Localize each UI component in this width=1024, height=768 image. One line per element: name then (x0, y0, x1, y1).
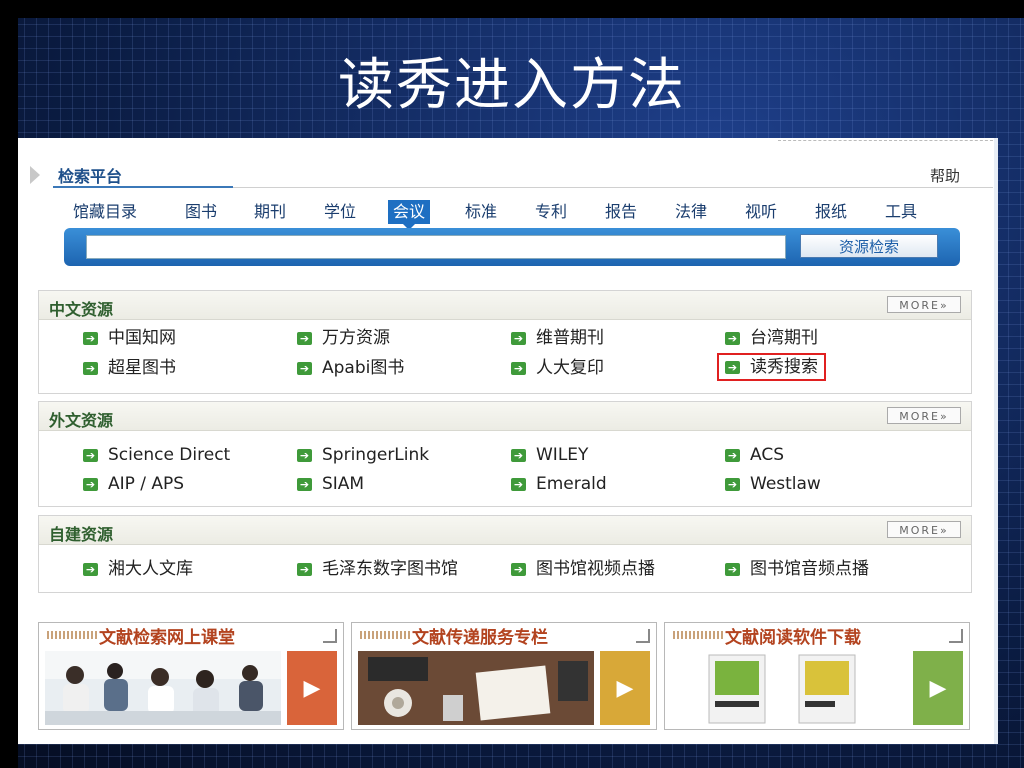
search-platform-title: 检索平台 (58, 167, 123, 186)
corner-decoration (636, 629, 650, 643)
tab-books[interactable]: 图书 (180, 200, 222, 224)
arrow-right-icon: ➔ (83, 361, 98, 375)
link-cnki[interactable]: ➔ 中国知网 (83, 327, 176, 349)
section-header: 中文资源 MORE» (39, 291, 971, 320)
link-mao-digital-library[interactable]: ➔ 毛泽东数字图书馆 (297, 558, 458, 580)
arrow-right-icon: ➔ (83, 448, 98, 462)
arrow-right-icon: ➔ (725, 360, 740, 374)
search-platform-header: 检索平台 帮助 (18, 158, 998, 190)
arrow-right-icon: ➔ (297, 562, 312, 576)
link-acs[interactable]: ➔ ACS (725, 444, 784, 466)
arrow-right-icon: ➔ (511, 448, 526, 462)
arrow-right-icon: ➔ (297, 477, 312, 491)
arrow-right-icon: ➔ (83, 331, 98, 345)
stripe-decoration (360, 631, 410, 639)
divider (778, 140, 998, 141)
promo-title: 文献传递服务专栏 (412, 628, 548, 648)
stripe-decoration (47, 631, 97, 639)
link-emerald[interactable]: ➔ Emerald (511, 473, 607, 495)
section-foreign-resources: 外文资源 MORE» ➔ Science Direct ➔ SpringerLink… (38, 401, 972, 507)
triangle-icon (30, 166, 40, 184)
arrow-right-icon: ➔ (725, 331, 740, 345)
library-portal-screenshot: 检索平台 帮助 馆藏目录 图书 期刊 学位 会议 标准 专利 报告 法律 视听 … (18, 138, 998, 744)
corner-decoration (949, 629, 963, 643)
top-border (0, 0, 1024, 18)
promo-header: 文献检索网上课堂 (39, 623, 343, 648)
link-superstar-books[interactable]: ➔ 超星图书 (83, 357, 176, 379)
arrow-right-icon: ➔ (297, 331, 312, 345)
link-apabi-books[interactable]: ➔ Apabi图书 (297, 357, 404, 379)
title-underline (53, 186, 233, 188)
promo-header: 文献阅读软件下载 (665, 623, 969, 648)
arrow-right-icon: ➔ (725, 477, 740, 491)
tab-standards[interactable]: 标准 (460, 200, 502, 224)
search-input[interactable] (86, 235, 786, 259)
tab-law[interactable]: 法律 (670, 200, 712, 224)
section-title: 自建资源 (49, 525, 114, 544)
slide-title: 读秀进入方法 (338, 53, 686, 118)
promo-title: 文献阅读软件下载 (725, 628, 861, 648)
promo-header: 文献传递服务专栏 (352, 623, 656, 648)
stripe-decoration (673, 631, 723, 639)
section-header: 外文资源 MORE» (39, 402, 971, 431)
play-arrow-icon[interactable]: ▶ (913, 651, 963, 725)
software-boxes-image (671, 651, 907, 725)
promo-reader-software[interactable]: 文献阅读软件下载 ▶ (664, 622, 970, 730)
link-renda-fuyin[interactable]: ➔ 人大复印 (511, 357, 604, 379)
play-arrow-icon[interactable]: ▶ (287, 651, 337, 725)
link-duxiu-search[interactable]: ➔ 读秀搜索 (717, 353, 826, 381)
more-button[interactable]: MORE» (887, 521, 961, 538)
link-wanfang[interactable]: ➔ 万方资源 (297, 327, 390, 349)
section-chinese-resources: 中文资源 MORE» ➔ 中国知网 ➔ 万方资源 ➔ 维普期刊 ➔ 台湾期刊 ➔ 超星图书… (38, 290, 972, 394)
arrow-right-icon: ➔ (511, 361, 526, 375)
tab-conferences[interactable]: 会议 (388, 200, 431, 230)
link-wiley[interactable]: ➔ WILEY (511, 444, 588, 466)
link-springerlink[interactable]: ➔ SpringerLink (297, 444, 429, 466)
tab-tools[interactable]: 工具 (880, 200, 922, 224)
link-science-direct[interactable]: ➔ Science Direct (83, 444, 230, 466)
link-library-video[interactable]: ➔ 图书馆视频点播 (511, 558, 655, 580)
scrollbar-edge (994, 138, 998, 744)
desk-photo (358, 651, 594, 725)
arrow-right-icon: ➔ (83, 477, 98, 491)
tab-journals[interactable]: 期刊 (249, 200, 291, 224)
classroom-photo (45, 651, 281, 725)
section-title: 外文资源 (49, 411, 114, 430)
arrow-right-icon: ➔ (511, 331, 526, 345)
arrow-right-icon: ➔ (83, 562, 98, 576)
promo-online-class[interactable]: 文献检索网上课堂 ▶ (38, 622, 344, 730)
link-aip-aps[interactable]: ➔ AIP / APS (83, 473, 184, 495)
more-button[interactable]: MORE» (887, 296, 961, 313)
tab-theses[interactable]: 学位 (319, 200, 361, 224)
section-header: 自建资源 MORE» (39, 516, 971, 545)
arrow-right-icon: ➔ (297, 448, 312, 462)
arrow-right-icon: ➔ (511, 562, 526, 576)
promo-title: 文献检索网上课堂 (99, 628, 235, 648)
arrow-right-icon: ➔ (725, 448, 740, 462)
arrow-right-icon: ➔ (511, 477, 526, 491)
link-xiangda-humanities[interactable]: ➔ 湘大人文库 (83, 558, 193, 580)
tab-patents[interactable]: 专利 (530, 200, 572, 224)
resource-search-button[interactable]: 资源检索 (800, 234, 938, 258)
tab-catalog[interactable]: 馆藏目录 (68, 200, 142, 224)
tab-newspapers[interactable]: 报纸 (810, 200, 852, 224)
arrow-right-icon: ➔ (725, 562, 740, 576)
arrow-right-icon: ➔ (297, 361, 312, 375)
corner-decoration (323, 629, 337, 643)
more-button[interactable]: MORE» (887, 407, 961, 424)
tab-reports[interactable]: 报告 (600, 200, 642, 224)
help-link[interactable]: 帮助 (930, 165, 960, 186)
link-taiwan-journals[interactable]: ➔ 台湾期刊 (725, 327, 818, 349)
link-library-audio[interactable]: ➔ 图书馆音频点播 (725, 558, 869, 580)
header-divider (233, 187, 993, 188)
link-westlaw[interactable]: ➔ Westlaw (725, 473, 821, 495)
section-title: 中文资源 (49, 300, 114, 319)
play-arrow-icon[interactable]: ▶ (600, 651, 650, 725)
promo-document-delivery[interactable]: 文献传递服务专栏 ▶ (351, 622, 657, 730)
link-vip[interactable]: ➔ 维普期刊 (511, 327, 604, 349)
section-self-built-resources: 自建资源 MORE» ➔ 湘大人文库 ➔ 毛泽东数字图书馆 ➔ 图书馆视频点播 ➔ 图书… (38, 515, 972, 593)
tab-audiovisual[interactable]: 视听 (740, 200, 782, 224)
search-bar: 资源检索 (64, 228, 960, 266)
link-siam[interactable]: ➔ SIAM (297, 473, 364, 495)
